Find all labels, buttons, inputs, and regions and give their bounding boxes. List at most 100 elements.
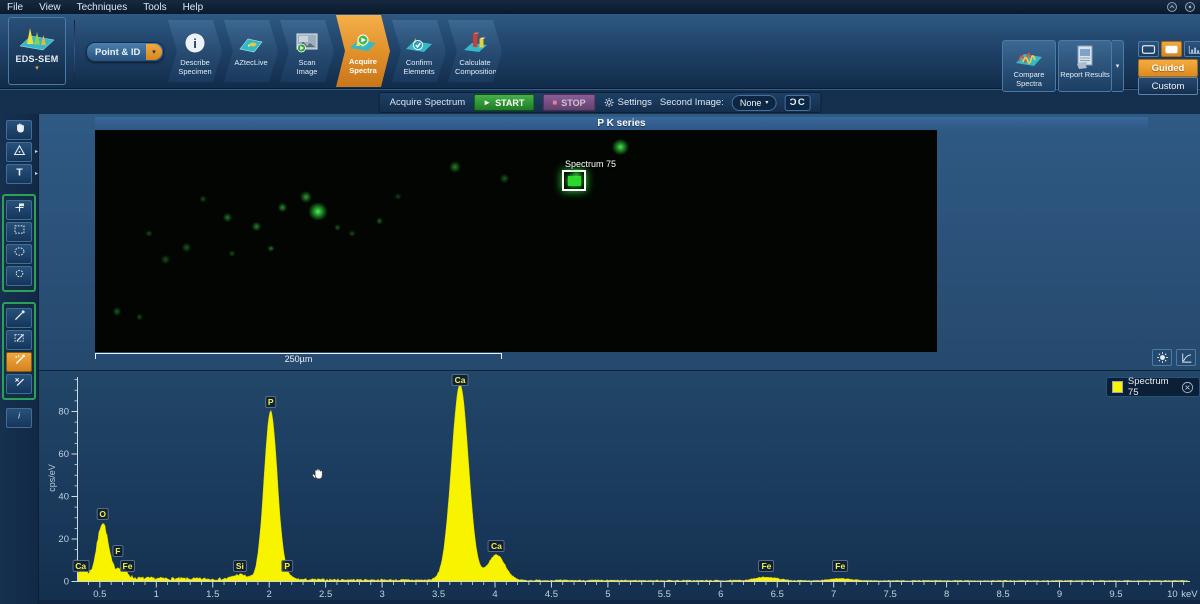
menu-file[interactable]: File xyxy=(7,2,23,13)
report-results-button[interactable]: Report Results xyxy=(1058,40,1112,92)
window-control-button[interactable] xyxy=(1184,1,1196,13)
fluorescence-blob xyxy=(375,216,385,226)
layout-single-button[interactable] xyxy=(1138,41,1159,57)
chevron-down-icon: ▾ xyxy=(1116,62,1120,70)
annotation-tool[interactable]: ▸ xyxy=(6,142,32,162)
toolbar-divider xyxy=(74,20,75,82)
svg-text:80: 80 xyxy=(58,407,69,418)
workflow-step-acquire-spectra[interactable]: Acquire Spectra xyxy=(336,15,390,87)
svg-text:10: 10 xyxy=(1167,589,1178,600)
workflow-step-label: Scan Image xyxy=(287,58,327,76)
compare-spectra-button[interactable]: Compare Spectra xyxy=(1002,40,1056,92)
svg-text:20: 20 xyxy=(58,534,69,545)
fluorescence-blob xyxy=(567,165,586,184)
fluorescence-blob xyxy=(198,194,208,204)
report-results-icon xyxy=(1073,44,1097,70)
fluorescence-blob xyxy=(250,220,263,233)
menu-tools[interactable]: Tools xyxy=(143,2,166,13)
app-tile-eds-sem[interactable]: EDS-SEM ▾ xyxy=(8,17,66,85)
rectangle-region-tool[interactable] xyxy=(6,222,32,242)
settings-button[interactable]: Settings xyxy=(604,97,652,108)
svg-text:9: 9 xyxy=(1057,589,1062,600)
freehand-region-tool[interactable] xyxy=(6,266,32,286)
hand-icon xyxy=(13,121,26,140)
spectrum-check-icon xyxy=(404,28,434,58)
info-tool[interactable]: i xyxy=(6,408,32,428)
sem-image[interactable]: Spectrum 75 xyxy=(95,130,937,352)
custom-button[interactable]: Custom xyxy=(1138,77,1198,95)
stop-button[interactable]: ■ STOP xyxy=(542,94,595,111)
second-image-select[interactable]: None ▾ xyxy=(732,95,777,111)
workflow-step-label: Describe Specimen xyxy=(175,58,215,76)
acquire-spectrum-bar: Acquire Spectrum ► START ■ STOP Settings… xyxy=(379,92,822,113)
layout-wide-button[interactable] xyxy=(1161,41,1182,57)
fluorescence-blob xyxy=(135,312,145,322)
workflow-step-label: AZtecLive xyxy=(231,58,271,67)
workflow-step-label: Acquire Spectra xyxy=(343,57,383,75)
spectrum-area-tool[interactable] xyxy=(6,330,32,350)
acquire-spectrum-label: Acquire Spectrum xyxy=(390,97,466,108)
spectrum-point-tool[interactable] xyxy=(6,308,32,328)
svg-text:9.5: 9.5 xyxy=(1109,589,1122,600)
workflow-step-calculate-composition[interactable]: Calculate Composition xyxy=(448,20,502,82)
rect-region-icon xyxy=(13,223,26,241)
scale-bar-label: 250µm xyxy=(285,354,313,364)
freehand-region-icon xyxy=(13,267,26,285)
legend-close-button[interactable] xyxy=(1181,381,1194,394)
fluorescence-blob xyxy=(276,201,289,214)
start-button[interactable]: ► START xyxy=(473,94,534,111)
pan-tool[interactable] xyxy=(6,120,32,140)
acquire-tool-group xyxy=(2,302,36,400)
brightness-button[interactable] xyxy=(1152,349,1172,366)
spectrum-acquire-tool[interactable] xyxy=(6,352,32,372)
svg-text:0.5: 0.5 xyxy=(93,589,106,600)
chevron-down-icon[interactable]: ▾ xyxy=(35,66,39,72)
spectrum-remove-tool[interactable] xyxy=(6,374,32,394)
fluorescence-blob xyxy=(393,192,403,202)
legend-swatch xyxy=(1112,381,1123,393)
play-icon: ► xyxy=(483,98,491,107)
warning-triangle-icon xyxy=(13,143,26,161)
svg-text:keV: keV xyxy=(1181,589,1198,600)
workflow-step-azteclive[interactable]: AZtecLive xyxy=(224,20,278,82)
report-results-menu-button[interactable]: ▾ xyxy=(1112,40,1124,92)
app-name: EDS-SEM xyxy=(15,54,58,64)
workflow-step-confirm-elements[interactable]: Confirm Elements xyxy=(392,20,446,82)
flyout-arrow-icon[interactable]: ▸ xyxy=(35,148,38,155)
ellipse-region-tool[interactable] xyxy=(6,244,32,264)
spectrum-chart[interactable]: 0.511.522.533.544.555.566.577.588.599.51… xyxy=(38,371,1200,604)
menu-techniques[interactable]: Techniques xyxy=(77,2,128,13)
legend-label: Spectrum 75 xyxy=(1128,376,1176,398)
window-control-button[interactable] xyxy=(1166,1,1178,13)
workflow-step-scan-image[interactable]: Scan Image xyxy=(280,20,334,82)
stop-icon: ■ xyxy=(552,98,557,107)
layout-switcher xyxy=(1138,41,1200,57)
text-tool[interactable]: T▸ xyxy=(6,164,32,184)
chevron-down-icon: ▾ xyxy=(146,44,162,60)
fit-view-button[interactable]: C C xyxy=(784,95,810,111)
point-marker-tool[interactable] xyxy=(6,200,32,220)
menu-help[interactable]: Help xyxy=(183,2,204,13)
svg-text:6.5: 6.5 xyxy=(771,589,784,600)
image-title-bar: P K series xyxy=(95,117,1148,130)
sidebar-bottom-tools: i xyxy=(0,408,38,428)
fluorescence-blob xyxy=(266,244,276,254)
mode-selector[interactable]: Point & ID ▾ xyxy=(86,42,164,62)
curve-button[interactable] xyxy=(1176,349,1196,366)
flyout-arrow-icon[interactable]: ▸ xyxy=(35,170,38,177)
map-icon xyxy=(237,28,265,58)
ellipse-region-icon xyxy=(13,245,26,263)
info-icon: i xyxy=(14,409,24,427)
point-flag-icon xyxy=(13,201,26,219)
workflow-step-label: Confirm Elements xyxy=(399,58,439,76)
needle-grid-icon xyxy=(13,353,26,371)
fluorescence-blob xyxy=(221,211,234,224)
layout-chart-button[interactable] xyxy=(1184,41,1200,57)
tool-sidebar: ▸T▸i xyxy=(0,113,39,604)
menu-view[interactable]: View xyxy=(39,2,61,13)
window-controls xyxy=(1166,1,1196,13)
svg-text:8: 8 xyxy=(944,589,949,600)
text-tool-icon: T xyxy=(13,165,26,183)
workflow-step-describe-specimen[interactable]: iDescribe Specimen xyxy=(168,20,222,82)
guided-button[interactable]: Guided xyxy=(1138,59,1198,77)
